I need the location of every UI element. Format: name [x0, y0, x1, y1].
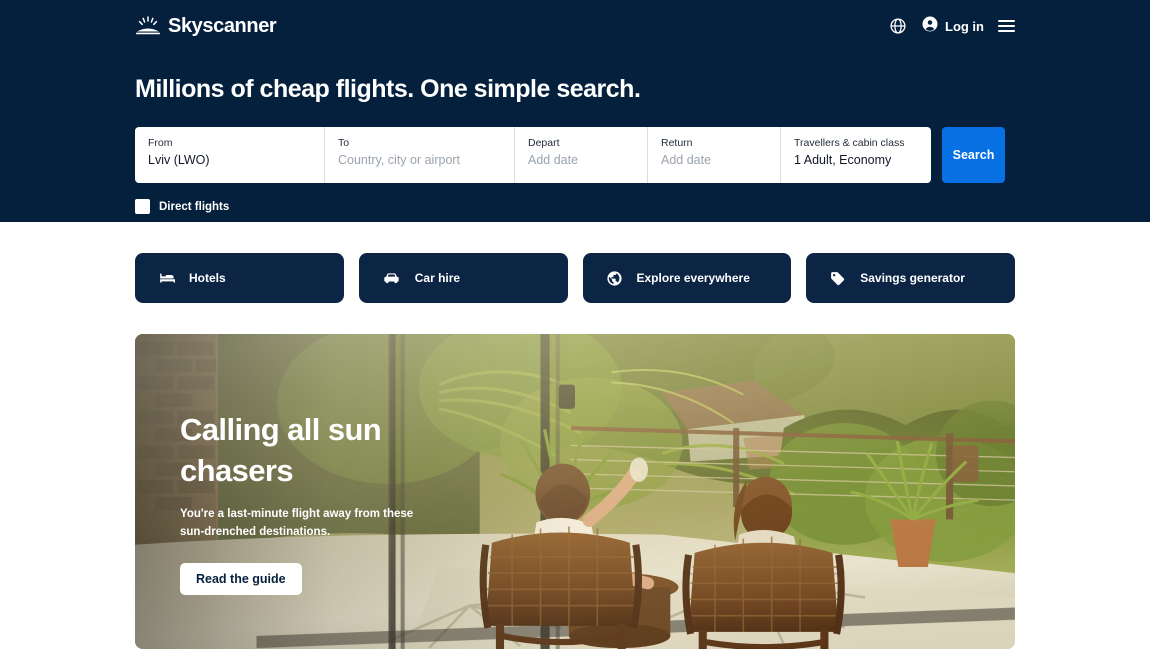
search-field-depart[interactable]: Depart Add date: [515, 127, 648, 183]
card-hotels-label: Hotels: [189, 271, 226, 285]
card-explore-label: Explore everywhere: [636, 271, 750, 285]
top-navigation-bar: Skyscanner Log in: [135, 8, 1015, 44]
header-inner: Skyscanner Log in Millions of cheap flig…: [135, 0, 1015, 214]
card-hotels[interactable]: Hotels: [135, 253, 344, 303]
bed-icon: [158, 270, 175, 287]
direct-flights-checkbox[interactable]: [135, 199, 150, 214]
depart-label: Depart: [528, 137, 560, 149]
return-value: Add date: [661, 153, 712, 167]
depart-value: Add date: [528, 153, 579, 167]
hero-title: Calling all sun chasers: [180, 412, 382, 488]
travellers-label: Travellers & cabin class: [794, 137, 905, 149]
search-field-to[interactable]: To Country, city or airport: [325, 127, 515, 183]
login-button[interactable]: Log in: [921, 15, 984, 38]
direct-flights-row: Direct flights: [135, 199, 1015, 214]
card-savings-label: Savings generator: [860, 271, 965, 285]
search-field-from[interactable]: From Lviv (LWO): [135, 127, 325, 183]
card-explore-everywhere[interactable]: Explore everywhere: [582, 253, 792, 303]
quick-links-cards: Hotels Car hire Explore everywhere Savin…: [135, 222, 1015, 303]
page-headline: Millions of cheap flights. One simple se…: [135, 75, 641, 103]
globe-icon[interactable]: [889, 17, 907, 35]
search-field-travellers[interactable]: Travellers & cabin class 1 Adult, Econom…: [781, 127, 931, 183]
site-header: Skyscanner Log in Millions of cheap flig…: [0, 0, 1150, 222]
from-value: Lviv (LWO): [148, 153, 210, 167]
logo-wordmark: Skyscanner: [168, 14, 277, 37]
card-car-hire[interactable]: Car hire: [358, 253, 568, 303]
card-car-hire-label: Car hire: [414, 271, 461, 285]
nav-right-group: Log in: [889, 15, 1015, 38]
skyscanner-logo[interactable]: Skyscanner: [135, 14, 277, 38]
from-label: From: [148, 137, 173, 149]
promo-hero-banner[interactable]: Calling all sun chasers You're a last-mi…: [135, 334, 1015, 649]
travellers-value: 1 Adult, Economy: [794, 153, 892, 167]
return-label: Return: [661, 137, 693, 149]
search-field-return[interactable]: Return Add date: [648, 127, 781, 183]
car-icon: [382, 269, 401, 288]
hero-text-block: Calling all sun chasers You're a last-mi…: [180, 409, 510, 595]
sunrise-icon: [135, 16, 161, 36]
globe-icon: [606, 270, 623, 287]
search-button[interactable]: Search: [942, 127, 1005, 183]
card-savings-generator[interactable]: Savings generator: [806, 253, 1015, 303]
tag-icon: [829, 270, 846, 287]
hamburger-menu-icon[interactable]: [998, 20, 1015, 32]
direct-flights-label: Direct flights: [159, 200, 230, 213]
account-circle-icon: [921, 15, 939, 38]
login-label: Log in: [945, 18, 984, 34]
hero-subtitle: You're a last-minute flight away from th…: [180, 508, 414, 538]
flight-search-form: From Lviv (LWO) To Country, city or airp…: [135, 127, 1015, 183]
to-label: To: [338, 137, 350, 149]
main-content: Hotels Car hire Explore everywhere Savin…: [135, 222, 1015, 649]
read-the-guide-button[interactable]: Read the guide: [180, 563, 302, 595]
to-value: Country, city or airport: [338, 153, 461, 167]
